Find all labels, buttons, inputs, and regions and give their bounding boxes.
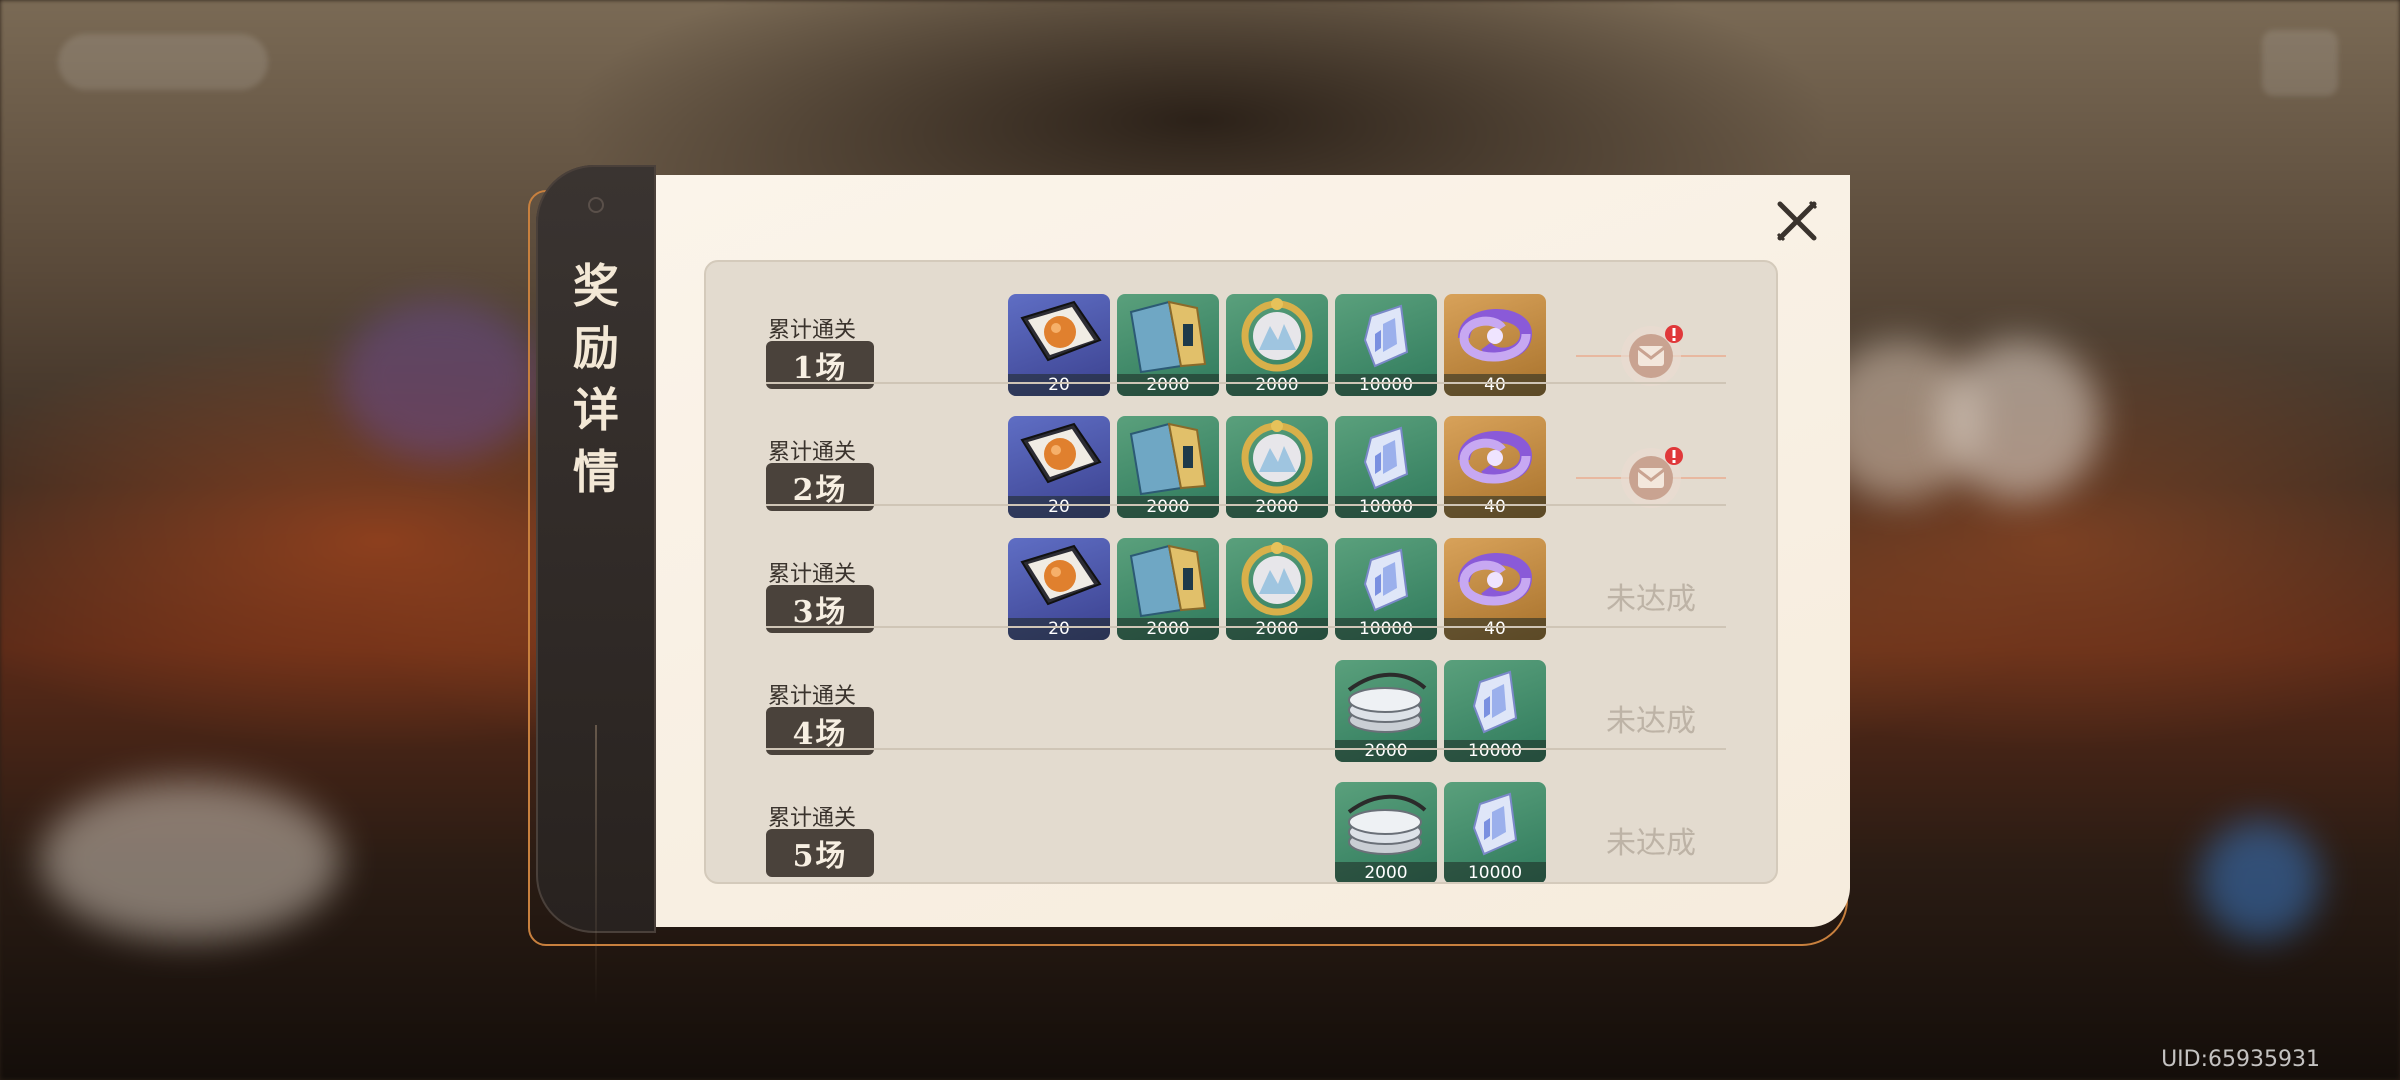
coin-stack-icon [1335,660,1437,742]
side-knob-ornament [588,197,604,213]
crystal-icon [1335,294,1437,376]
top-left-menu-blurred [58,34,268,90]
dialog-side-panel: 奖 励 详 情 [536,165,656,1005]
reward-item[interactable]: 10000 [1335,416,1437,518]
reward-quantity: 2000 [1335,862,1437,882]
claim-reward-button[interactable] [1576,442,1726,512]
crown-ore-icon [1226,538,1328,620]
reward-item[interactable]: 10000 [1444,660,1546,762]
crystal-icon [1444,782,1546,864]
reward-row: 累计通关 2场 20 2000 2000 10000 40 [706,384,1776,518]
reward-row: 累计通关 4场 2000 10000 未达成 [706,628,1776,762]
primogem-swirl-icon [1444,416,1546,498]
reward-item[interactable]: 10000 [1335,538,1437,640]
crystal-icon [1335,538,1437,620]
row-count-badge: 5场 [766,829,874,877]
crystal-icon [1444,660,1546,742]
crown-ore-icon [1226,416,1328,498]
reward-item[interactable]: 2000 [1335,782,1437,882]
row-label: 累计通关 [768,562,857,587]
crystal-icon [1335,416,1437,498]
reward-item[interactable]: 40 [1444,294,1546,396]
rewards-list[interactable]: 累计通关 1场 20 2000 2000 10000 40 累计通关 2场 20… [704,260,1778,884]
close-icon [1776,200,1818,242]
row-label: 累计通关 [768,684,857,709]
row-label: 累计通关 [768,806,857,831]
reward-item[interactable]: 2000 [1335,660,1437,762]
reward-item[interactable]: 2000 [1117,538,1219,640]
background-blur-shape [340,300,540,460]
dialog-title: 奖 励 详 情 [536,255,656,503]
reward-item[interactable]: 10000 [1335,294,1437,396]
reward-item[interactable]: 10000 [1444,782,1546,882]
reward-item[interactable]: 2000 [1117,416,1219,518]
uid-label: UID:65935931 [2161,1047,2320,1072]
background-blur-shape [40,780,340,940]
primogem-swirl-icon [1444,538,1546,620]
reward-item[interactable]: 40 [1444,416,1546,518]
cookbook-icon [1008,416,1110,498]
reward-row: 累计通关 5场 2000 10000 未达成 [706,750,1776,882]
title-char: 奖 [573,259,619,313]
title-char: 情 [573,445,619,499]
reward-quantity: 10000 [1444,862,1546,882]
exp-book-icon [1117,294,1219,376]
background-blur-shape [1940,340,2100,500]
status-not-achieved: 未达成 [1606,826,1696,861]
reward-item[interactable]: 2000 [1117,294,1219,396]
primogem-swirl-icon [1444,294,1546,376]
top-right-button-blurred [2262,30,2338,96]
claim-reward-button[interactable] [1576,320,1726,390]
coin-stack-icon [1335,782,1437,864]
reward-item[interactable]: 20 [1008,538,1110,640]
row-label: 累计通关 [768,318,857,343]
reward-item[interactable]: 20 [1008,294,1110,396]
status-not-achieved: 未达成 [1606,704,1696,739]
status-not-achieved: 未达成 [1606,582,1696,617]
side-divider-line [595,725,597,1005]
exp-book-icon [1117,416,1219,498]
close-button[interactable] [1770,194,1824,248]
title-char: 励 [573,321,619,375]
reward-row: 累计通关 1场 20 2000 2000 10000 40 [706,262,1776,396]
cookbook-icon [1008,294,1110,376]
background-blur-shape [2200,820,2320,940]
title-char: 详 [573,383,619,437]
reward-item[interactable]: 2000 [1226,294,1328,396]
reward-item[interactable]: 40 [1444,538,1546,640]
reward-item[interactable]: 2000 [1226,416,1328,518]
reward-row: 累计通关 3场 20 2000 2000 10000 40 未达成 [706,506,1776,640]
crown-ore-icon [1226,294,1328,376]
row-label: 累计通关 [768,440,857,465]
cookbook-icon [1008,538,1110,620]
exp-book-icon [1117,538,1219,620]
reward-item[interactable]: 20 [1008,416,1110,518]
reward-item[interactable]: 2000 [1226,538,1328,640]
